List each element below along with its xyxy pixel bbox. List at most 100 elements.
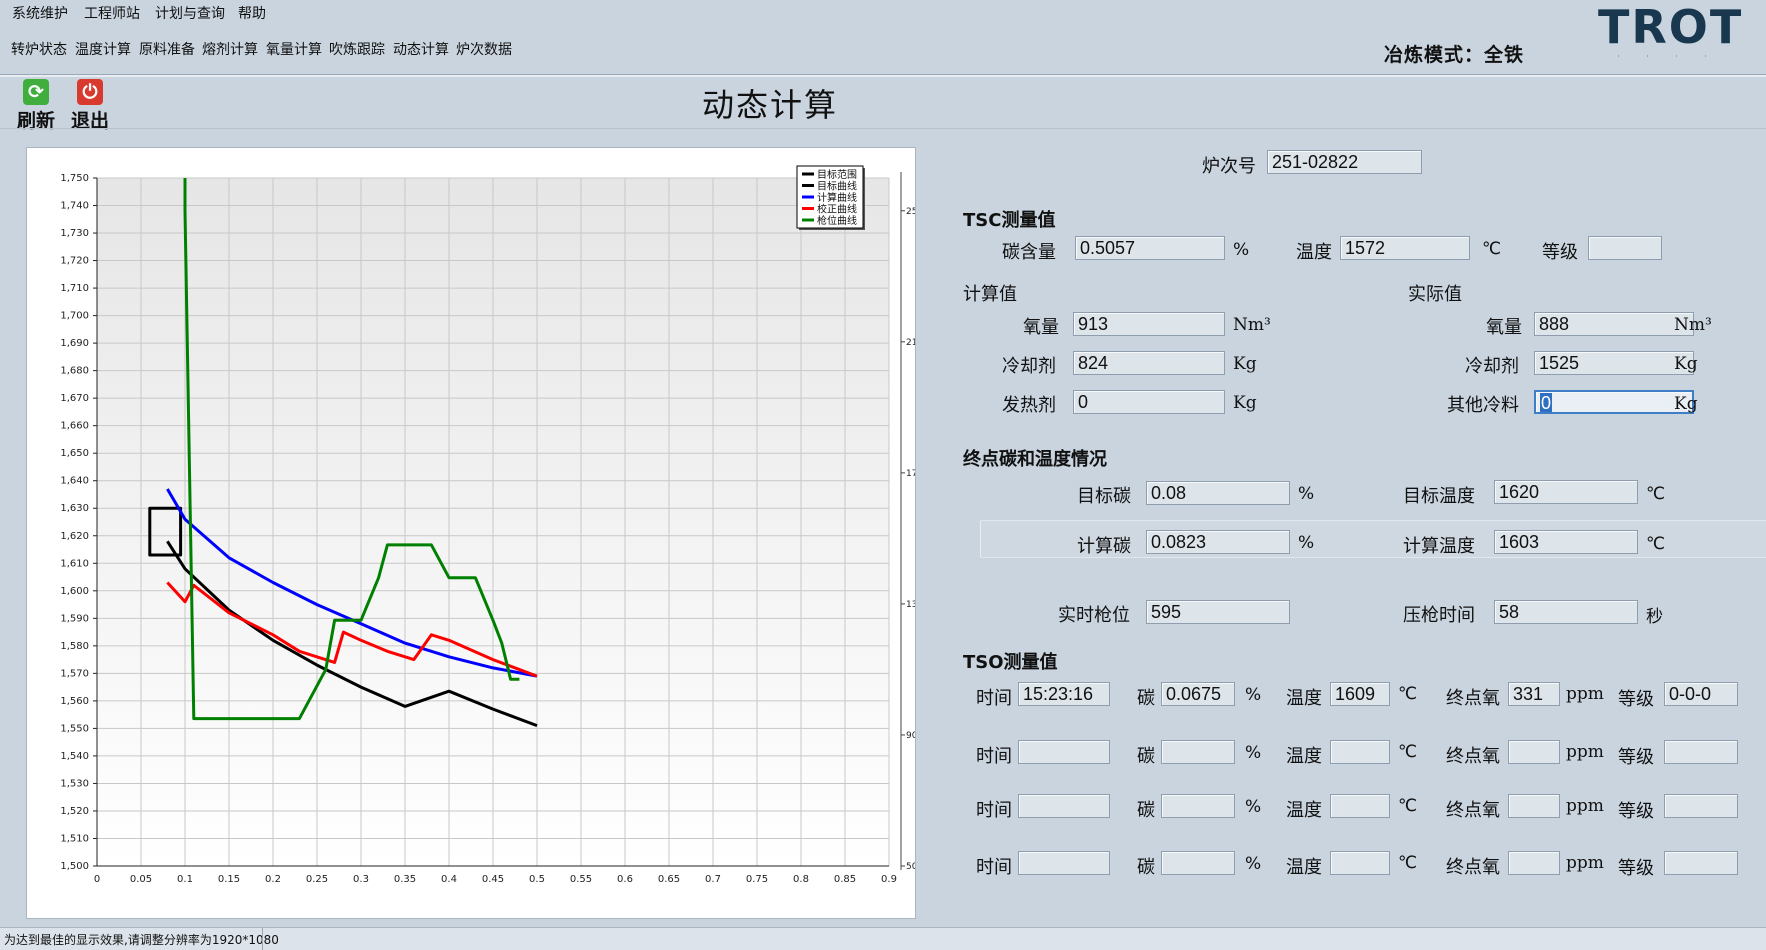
y-tick-label: 1,720 [60, 256, 89, 267]
tso-temp-field[interactable] [1330, 740, 1390, 764]
tso-grade-label: 等级 [1618, 801, 1654, 822]
tso-temp-field[interactable] [1330, 794, 1390, 818]
calc-coolant-field[interactable]: 824 [1073, 351, 1225, 375]
legend-entry: 枪位曲线 [817, 214, 857, 227]
y-tick-label: 1,540 [60, 751, 89, 762]
x-tick-label: 0.4 [441, 874, 457, 885]
y2-tick-label: 90 [906, 731, 915, 741]
tso-carbon-label: 碳 [1137, 800, 1155, 821]
menu-engineer[interactable]: 工程师站 [84, 3, 140, 23]
tsc-section-title: TSC测量值 [963, 210, 1056, 231]
tso-time-field[interactable] [1018, 740, 1110, 764]
actual-other-label: 其他冷料 [1447, 395, 1519, 416]
calc-oxygen-field[interactable]: 913 [1073, 312, 1225, 336]
tso-grade-field[interactable]: 0-0-0 [1664, 682, 1738, 706]
nav-material-prep[interactable]: 原料准备 [139, 39, 195, 59]
calc-oxygen-label: 氧量 [1023, 317, 1059, 338]
actual-coolant-field[interactable]: 1525 [1534, 351, 1694, 375]
menu-system[interactable]: 系统维护 [12, 3, 68, 23]
tso-oxygen-field[interactable] [1508, 851, 1560, 875]
y-tick-label: 1,600 [60, 586, 89, 597]
tsc-temp-field[interactable]: 1572 [1340, 236, 1470, 260]
actual-other-unit: Kg [1674, 394, 1698, 414]
y-tick-label: 1,500 [60, 861, 89, 872]
target-carbon-field[interactable]: 0.08 [1146, 481, 1290, 505]
calc-panel: 炉次号 251-02822 TSC测量值 碳含量 0.5057 % 温度 157… [930, 140, 1766, 930]
tso-carbon-label: 碳 [1137, 688, 1155, 709]
tso-carbon-field[interactable] [1161, 794, 1235, 818]
y-tick-label: 1,690 [60, 338, 89, 349]
tso-oxygen-field[interactable] [1508, 794, 1560, 818]
tso-temp-field[interactable] [1330, 851, 1390, 875]
tso-carbon-field[interactable]: 0.0675 [1161, 682, 1235, 706]
menu-help[interactable]: 帮助 [238, 3, 266, 23]
tso-carbon-field[interactable] [1161, 740, 1235, 764]
tso-time-field[interactable] [1018, 794, 1110, 818]
nav-heat-data[interactable]: 炉次数据 [456, 39, 512, 59]
tso-grade-field[interactable] [1664, 740, 1738, 764]
tso-grade-field[interactable] [1664, 851, 1738, 875]
dynamic-chart: 0 0.05 0.1 0.15 0.2 0.25 0.3 0.35 0.4 0.45 0.5 0.55… [60, 165, 915, 885]
nav-converter-status[interactable]: 转炉状态 [11, 39, 67, 59]
actual-other-field[interactable]: 0 [1534, 390, 1694, 414]
tso-time-field[interactable]: 15:23:16 [1018, 682, 1110, 706]
chart-panel: 0 0.05 0.1 0.15 0.2 0.25 0.3 0.35 0.4 0.45 0.5 0.55… [26, 147, 916, 919]
tso-temp-label: 温度 [1286, 800, 1322, 821]
tso-oxygen-label: 终点氧 [1446, 688, 1500, 709]
y-tick-label: 1,590 [60, 613, 89, 624]
refresh-icon: ⟳ [23, 79, 49, 105]
nav-dynamic-calc[interactable]: 动态计算 [393, 39, 449, 59]
tsc-grade-label: 等级 [1542, 242, 1578, 263]
tsc-temp-label: 温度 [1296, 242, 1332, 263]
tso-temp-field[interactable]: 1609 [1330, 682, 1390, 706]
calc-carbon-label: 计算碳 [1077, 536, 1131, 557]
calc-carbon-field[interactable]: 0.0823 [1146, 530, 1290, 554]
power-icon: ⏻ [77, 79, 103, 105]
target-temp-field[interactable]: 1620 [1494, 480, 1638, 504]
tso-oxygen-label: 终点氧 [1446, 800, 1500, 821]
nav-blowing-track[interactable]: 吹炼跟踪 [329, 39, 385, 59]
press-time-field[interactable]: 58 [1494, 600, 1638, 624]
calc-heat-agent-field[interactable]: 0 [1073, 390, 1225, 414]
lance-position-label: 实时枪位 [1058, 605, 1130, 626]
calc-heat-agent-label: 发热剂 [1002, 395, 1056, 416]
tso-oxygen-field[interactable]: 331 [1508, 682, 1560, 706]
y-tick-label: 1,680 [60, 366, 89, 377]
tso-time-label: 时间 [976, 688, 1012, 709]
tsc-grade-field[interactable] [1588, 236, 1662, 260]
tso-carbon-field[interactable] [1161, 851, 1235, 875]
heat-number-field[interactable]: 251-02822 [1267, 150, 1422, 174]
lance-position-field[interactable]: 595 [1146, 600, 1290, 624]
nav-flux-calc[interactable]: 熔剂计算 [202, 39, 258, 59]
refresh-button[interactable]: ⟳ 刷新 [15, 79, 57, 133]
y-tick-label: 1,670 [60, 393, 89, 404]
actual-section-title: 实际值 [1408, 284, 1462, 305]
tso-grade-label: 等级 [1618, 858, 1654, 879]
actual-oxygen-field[interactable]: 888 [1534, 312, 1694, 336]
x-tick-label: 0 [94, 874, 100, 885]
x-tick-label: 0.75 [746, 874, 768, 885]
status-bar: 为达到最佳的显示效果,请调整分辨率为1920*1080 [0, 927, 1766, 950]
menu-plan-query[interactable]: 计划与查询 [155, 3, 225, 23]
tso-oxygen-unit: ppm [1566, 742, 1604, 762]
nav-temp-calc[interactable]: 温度计算 [75, 39, 131, 59]
tsc-carbon-field[interactable]: 0.5057 [1075, 236, 1225, 260]
tso-grade-field[interactable] [1664, 794, 1738, 818]
tsc-temp-unit: ℃ [1482, 239, 1502, 259]
y2-tick-label: 130 [906, 600, 915, 610]
target-carbon-label: 目标碳 [1077, 486, 1131, 507]
nav-oxygen-calc[interactable]: 氧量计算 [266, 39, 322, 59]
calc-temp-field[interactable]: 1603 [1494, 530, 1638, 554]
y-tick-label: 1,580 [60, 641, 89, 652]
calc-coolant-unit: Kg [1233, 354, 1257, 374]
tso-temp-unit: ℃ [1398, 684, 1418, 704]
exit-button[interactable]: ⏻ 退出 [69, 79, 111, 133]
page-title: 动态计算 [701, 86, 838, 124]
y-tick-label: 1,750 [60, 173, 89, 184]
y2-tick-label: 250 [906, 207, 915, 217]
tso-grade-label: 等级 [1618, 747, 1654, 768]
tso-time-field[interactable] [1018, 851, 1110, 875]
actual-coolant-label: 冷却剂 [1465, 356, 1519, 377]
y-tick-label: 1,700 [60, 311, 89, 322]
tso-oxygen-field[interactable] [1508, 740, 1560, 764]
